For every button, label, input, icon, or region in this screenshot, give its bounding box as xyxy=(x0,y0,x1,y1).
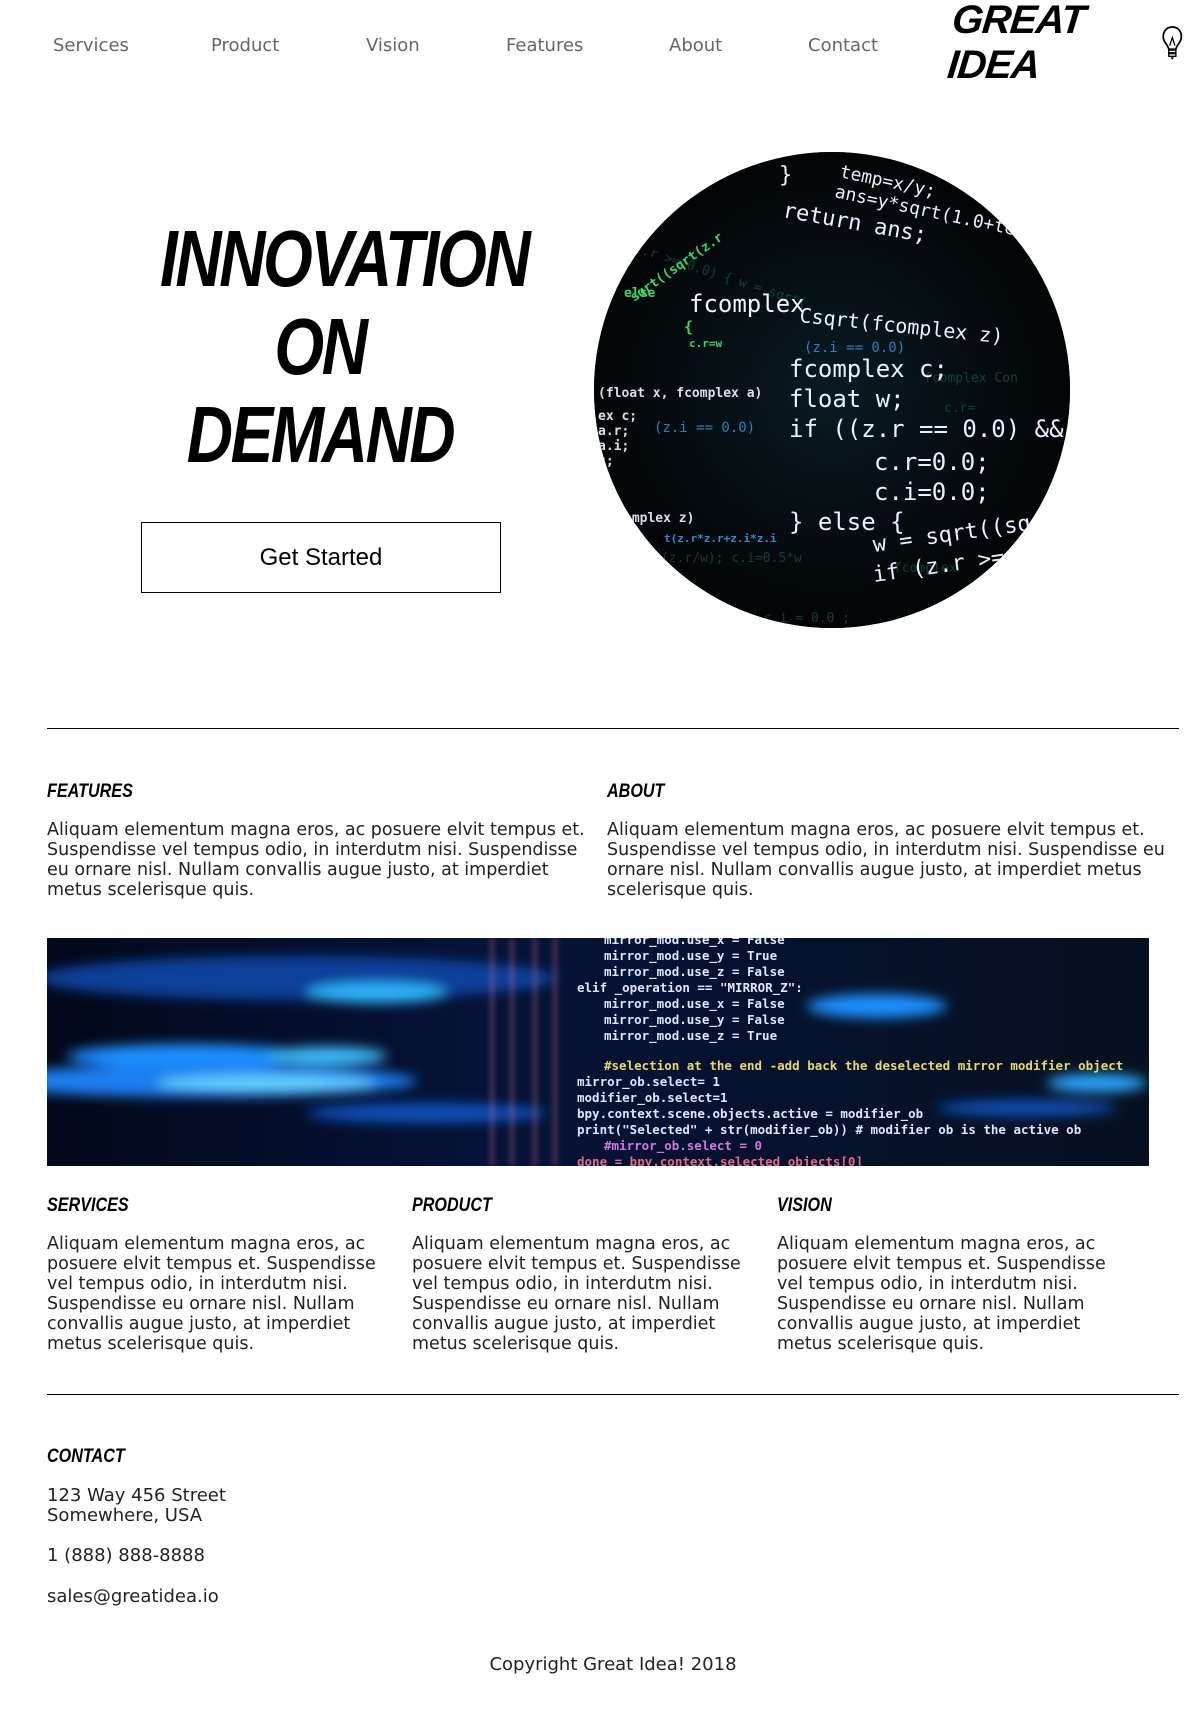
nav-link-contact[interactable]: Contact xyxy=(808,35,878,56)
svg-text:mirror_ob.select= 1: mirror_ob.select= 1 xyxy=(577,1074,720,1090)
svg-text:done = bpy.context.selected_ob: done = bpy.context.selected_objects[0] xyxy=(577,1154,863,1166)
nav-link-about[interactable]: About xyxy=(669,35,722,56)
banner-art: mirror_mod.use_x = False mirror_mod.use_… xyxy=(47,938,1149,1166)
features-text: Aliquam elementum magna eros, ac posuere… xyxy=(47,820,585,900)
about-heading: ABOUT xyxy=(607,781,665,802)
svg-text:c.i=0.0;: c.i=0.0; xyxy=(874,478,990,506)
nav-link-features[interactable]: Features xyxy=(506,35,583,56)
svg-text:c;: c; xyxy=(598,454,614,469)
svg-text:else: else xyxy=(624,286,655,301)
copyright-text: Copyright Great Idea! 2018 xyxy=(489,1654,737,1675)
svg-text:fcomplex: fcomplex xyxy=(689,290,805,318)
svg-text:c.r=w: c.r=w xyxy=(689,337,722,350)
code-banner-image: mirror_mod.use_x = False mirror_mod.use_… xyxy=(47,938,1149,1166)
code-image-art: if (z.r >= 0.0) { w = sqrt( fcomplex Con… xyxy=(594,152,1070,628)
hero-title: INNOVATION ON DEMAND xyxy=(120,214,531,479)
svg-text:bpy.context.scene.objects.acti: bpy.context.scene.objects.active = modif… xyxy=(577,1106,923,1122)
nav-link-product[interactable]: Product xyxy=(211,35,279,56)
product-heading: PRODUCT xyxy=(412,1195,492,1216)
svg-text:if ((z.r == 0.0) && (z.i == 0.: if ((z.r == 0.0) && (z.i == 0.0)) { xyxy=(789,415,1070,443)
get-started-button[interactable]: Get Started xyxy=(141,522,501,593)
svg-text:c.r=: c.r= xyxy=(944,401,975,416)
svg-text:mirror_mod.use_z = False: mirror_mod.use_z = False xyxy=(604,964,785,980)
svg-text:omplex z): omplex z) xyxy=(624,511,694,526)
svg-text:fcomplex c;: fcomplex c; xyxy=(789,355,948,383)
product-text: Aliquam elementum magna eros, ac posuere… xyxy=(412,1234,741,1354)
services-text: Aliquam elementum magna eros, ac posuere… xyxy=(47,1234,376,1354)
hero-title-line-1: INNOVATION xyxy=(160,214,531,303)
svg-text:a.r;: a.r; xyxy=(598,424,629,439)
lightbulb-icon xyxy=(1162,26,1183,60)
phone-number[interactable]: 1 (888) 888-8888 xyxy=(47,1546,205,1566)
address-line-2: Somewhere, USA xyxy=(47,1505,203,1526)
svg-text:ex c;: ex c; xyxy=(598,409,637,424)
svg-text:(float x, fcomplex a): (float x, fcomplex a) xyxy=(598,386,762,401)
svg-text:{: { xyxy=(684,318,693,336)
svg-text:mirror_mod.use_x = False: mirror_mod.use_x = False xyxy=(604,996,785,1012)
divider-top xyxy=(47,728,1179,729)
svg-text:(z.i == 0.0): (z.i == 0.0) xyxy=(804,340,905,356)
vision-heading: VISION xyxy=(777,1195,832,1216)
nav-link-services[interactable]: Services xyxy=(53,35,129,56)
svg-text:mirror_mod.use_y = False: mirror_mod.use_y = False xyxy=(604,1012,785,1028)
svg-text:#selection at the end -add bac: #selection at the end -add back the dese… xyxy=(604,1058,1123,1073)
hero-title-line-3: DEMAND xyxy=(186,390,456,479)
vision-text: Aliquam elementum magna eros, ac posuere… xyxy=(777,1234,1106,1354)
logo[interactable]: GREAT IDEA xyxy=(945,0,1186,87)
svg-text:elif _operation == "MIRROR_Z":: elif _operation == "MIRROR_Z": xyxy=(577,980,803,996)
svg-text:mirror_mod.use_z = True: mirror_mod.use_z = True xyxy=(604,1028,778,1044)
svg-text:t(z.r*z.r+z.i*z.i: t(z.r*z.r+z.i*z.i xyxy=(664,532,777,545)
services-heading: SERVICES xyxy=(47,1195,129,1216)
svg-text:(z.i == 0.0): (z.i == 0.0) xyxy=(654,420,755,436)
hero-code-image: if (z.r >= 0.0) { w = sqrt( fcomplex Con… xyxy=(594,152,1070,628)
svg-text:mirror_mod.use_y = True: mirror_mod.use_y = True xyxy=(604,948,778,964)
svg-text:c.r=0.0;: c.r=0.0; xyxy=(874,448,990,476)
divider-bottom xyxy=(47,1394,1179,1395)
svg-text:c.r=w*(z.r/w); c.i=0.5*w: c.r=w*(z.r/w); c.i=0.5*w xyxy=(614,551,802,566)
address-line-1: 123 Way 456 Street xyxy=(47,1485,226,1506)
svg-text:a.i;: a.i; xyxy=(598,439,629,454)
logo-text: GREAT IDEA xyxy=(945,0,1087,87)
svg-text:float w;: float w; xyxy=(789,385,905,413)
svg-text:#mirror_ob.select = 0: #mirror_ob.select = 0 xyxy=(604,1138,762,1154)
hero-title-line-2: ON xyxy=(274,302,368,391)
contact-heading: CONTACT xyxy=(47,1446,125,1467)
nav-link-vision[interactable]: Vision xyxy=(366,35,420,56)
svg-text:modifier_ob.select=1: modifier_ob.select=1 xyxy=(577,1090,728,1106)
top-nav: Services Product Vision Features About C… xyxy=(0,0,1186,95)
svg-text:print("Selected" + str(modifie: print("Selected" + str(modifier_ob)) # m… xyxy=(577,1122,1081,1138)
about-text: Aliquam elementum magna eros, ac posuere… xyxy=(607,820,1165,900)
features-heading: FEATURES xyxy=(47,781,133,802)
svg-text:mirror_mod.use_x = False: mirror_mod.use_x = False xyxy=(604,938,785,948)
svg-text:}: } xyxy=(779,163,792,188)
email-link[interactable]: sales@greatidea.io xyxy=(47,1587,219,1607)
svg-text:c.i = 0.0 ;: c.i = 0.0 ; xyxy=(764,611,850,626)
